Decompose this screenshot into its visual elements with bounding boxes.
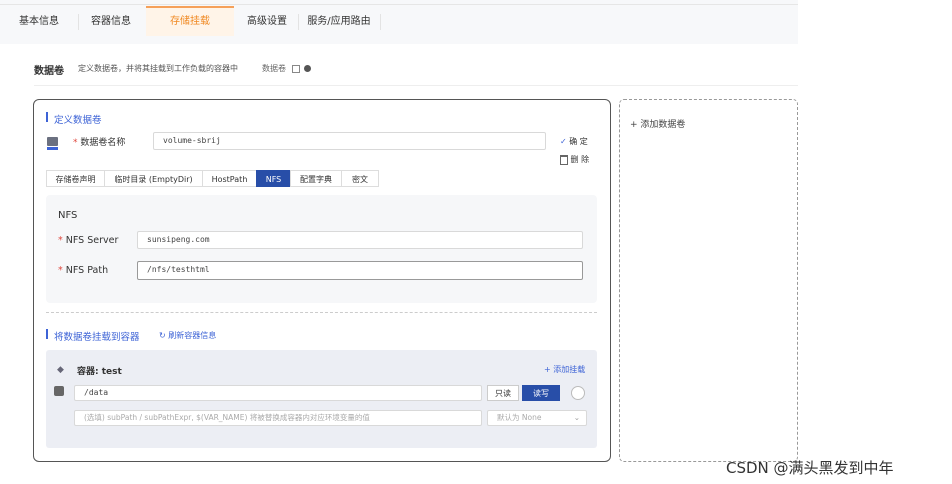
remove-mount-icon[interactable] bbox=[571, 386, 585, 400]
subpath-type-value: 默认为 None bbox=[497, 413, 542, 422]
delete-button[interactable]: 删 除 bbox=[560, 154, 589, 165]
container-label: 容器: bbox=[77, 367, 99, 377]
tab-bar-top-border bbox=[0, 4, 798, 5]
nfs-path-label: * NFS Path bbox=[58, 265, 108, 276]
plus-icon: + bbox=[544, 365, 551, 374]
nfs-server-input[interactable]: sunsipeng.com bbox=[137, 231, 583, 249]
container-name: 容器: test bbox=[77, 364, 122, 377]
divider bbox=[34, 85, 798, 86]
volume-name-input[interactable]: volume-sbrij bbox=[153, 132, 546, 150]
section-marker bbox=[46, 329, 48, 339]
nfs-server-label: * NFS Server bbox=[58, 235, 118, 246]
subpath-input[interactable]: (选填) subPath / subPathExpr, $(VAR_NAME) … bbox=[74, 410, 482, 426]
mount-title: 将数据卷挂载到容器 bbox=[54, 332, 140, 343]
define-volume-title: 定义数据卷 bbox=[54, 115, 102, 126]
tab-separator bbox=[380, 14, 381, 30]
section-title: 数据卷 bbox=[34, 66, 64, 77]
refresh-icon: ↻ bbox=[159, 331, 166, 340]
refresh-container-label: 刷新容器信息 bbox=[168, 331, 217, 340]
add-mount-label: 添加挂载 bbox=[553, 365, 586, 374]
watermark: CSDN @满头黑发到中年 bbox=[726, 459, 894, 477]
add-volume-card[interactable] bbox=[619, 99, 798, 462]
volume-type-secret[interactable]: 密文 bbox=[341, 170, 379, 187]
help-icon[interactable] bbox=[304, 65, 312, 72]
volume-type-hostpath[interactable]: HostPath bbox=[202, 170, 257, 187]
tab-bar: 基本信息 容器信息 存储挂载 高级设置 服务/应用路由 bbox=[0, 0, 798, 44]
tab-basic-info[interactable]: 基本信息 bbox=[0, 8, 78, 36]
volume-name-label: * 数据卷名称 bbox=[73, 135, 125, 148]
required-mark: * bbox=[73, 138, 78, 148]
readonly-button[interactable]: 只读 bbox=[487, 385, 519, 401]
volume-type-pvc[interactable]: 存储卷声明 bbox=[46, 170, 105, 187]
confirm-button-label: 确 定 bbox=[569, 137, 588, 146]
add-mount-button[interactable]: + 添加挂载 bbox=[544, 364, 585, 375]
volume-type-emptydir[interactable]: 临时目录 (EmptyDir) bbox=[104, 170, 203, 187]
volume-doc-link[interactable]: 数据卷 bbox=[262, 63, 312, 74]
plus-icon: + bbox=[630, 120, 638, 130]
tab-service-route[interactable]: 服务/应用路由 bbox=[298, 8, 380, 36]
nfs-panel bbox=[46, 195, 597, 303]
nfs-server-label-text: NFS Server bbox=[65, 235, 119, 246]
section-description: 定义数据卷，并将其挂载到工作负载的容器中 bbox=[78, 64, 238, 73]
add-volume-label: 添加数据卷 bbox=[640, 120, 686, 130]
container-icon: ◆ bbox=[57, 365, 64, 375]
mount-path-input[interactable]: /data bbox=[74, 385, 482, 401]
add-volume-button[interactable]: + 添加数据卷 bbox=[630, 117, 685, 130]
chevron-down-icon: ⌄ bbox=[573, 413, 580, 422]
divider bbox=[46, 312, 597, 313]
volume-doc-link-label: 数据卷 bbox=[262, 64, 286, 73]
tab-storage-mount[interactable]: 存储挂载 bbox=[146, 6, 234, 36]
volume-icon bbox=[47, 137, 58, 150]
tab-advanced-settings[interactable]: 高级设置 bbox=[236, 8, 298, 36]
readwrite-button[interactable]: 读写 bbox=[522, 385, 560, 401]
tab-container-info[interactable]: 容器信息 bbox=[78, 8, 144, 36]
nfs-path-label-text: NFS Path bbox=[65, 265, 109, 276]
volume-name-label-text: 数据卷名称 bbox=[80, 138, 126, 148]
trash-icon bbox=[560, 154, 568, 165]
external-link-icon bbox=[291, 64, 300, 73]
refresh-container-button[interactable]: ↻ 刷新容器信息 bbox=[159, 330, 216, 341]
subpath-type-select[interactable]: 默认为 None ⌄ bbox=[487, 410, 587, 426]
container-name-value: test bbox=[101, 367, 122, 377]
required-mark: * bbox=[58, 265, 63, 276]
check-icon: ✓ bbox=[560, 137, 567, 146]
nfs-path-input[interactable]: /nfs/testhtml bbox=[137, 261, 583, 280]
gear-icon bbox=[54, 386, 64, 396]
delete-button-label: 删 除 bbox=[570, 155, 590, 164]
volume-type-nfs[interactable]: NFS bbox=[256, 170, 291, 187]
nfs-title: NFS bbox=[58, 210, 78, 221]
section-marker bbox=[46, 112, 48, 122]
volume-type-configmap[interactable]: 配置字典 bbox=[290, 170, 342, 187]
confirm-button[interactable]: ✓ 确 定 bbox=[560, 136, 588, 147]
required-mark: * bbox=[58, 235, 63, 246]
